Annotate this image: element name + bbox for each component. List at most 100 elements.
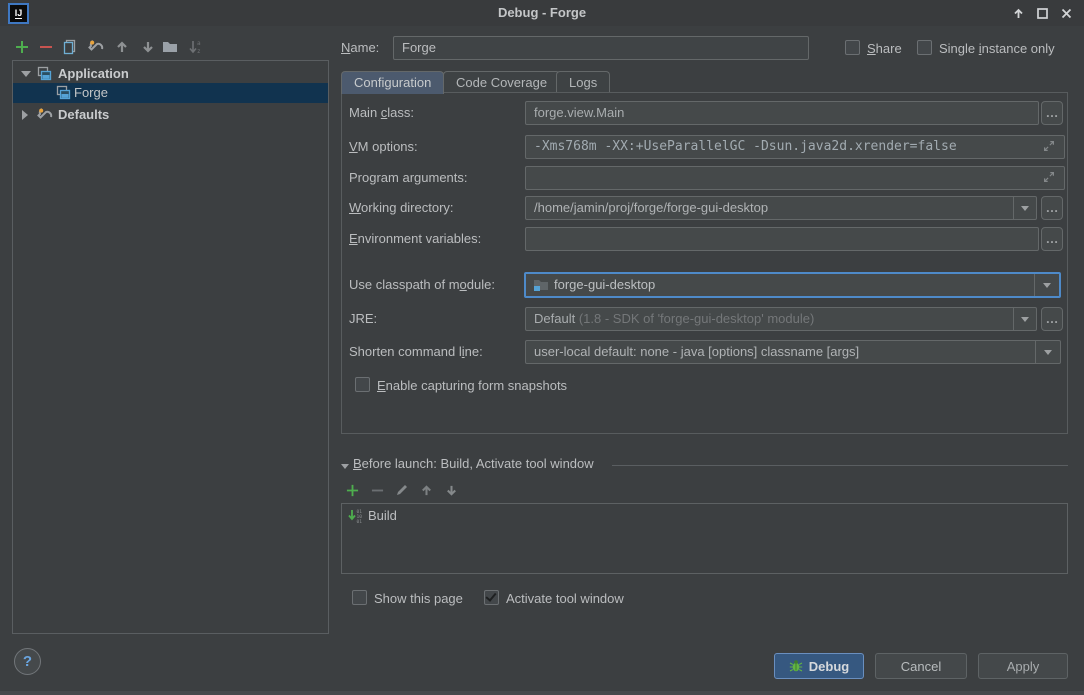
- move-down-button[interactable]: [139, 38, 157, 56]
- name-input[interactable]: Forge: [393, 36, 809, 60]
- apply-button[interactable]: Apply: [978, 653, 1068, 679]
- ellipsis-icon: …: [1046, 311, 1059, 326]
- cancel-button[interactable]: Cancel: [875, 653, 967, 679]
- chevron-right-icon[interactable]: [22, 110, 28, 120]
- debug-button[interactable]: Debug: [774, 653, 864, 679]
- remove-configuration-button[interactable]: [37, 38, 55, 56]
- tree-item-forge[interactable]: Forge: [13, 83, 328, 103]
- arrow-down-icon: [141, 40, 155, 54]
- task-list-item-label: Build: [368, 506, 397, 525]
- expand-field-icon[interactable]: [1042, 170, 1056, 184]
- chevron-down-icon: [1021, 206, 1029, 211]
- classpath-module-value: forge-gui-desktop: [554, 274, 655, 296]
- svg-text:z: z: [197, 48, 201, 55]
- jre-dropdown[interactable]: [1013, 308, 1036, 330]
- environment-variables-input[interactable]: [525, 227, 1039, 251]
- chevron-down-icon: [1043, 283, 1051, 288]
- chevron-down-icon: [1044, 350, 1052, 355]
- tree-group-application[interactable]: Application: [13, 64, 328, 84]
- title-bar: Debug - Forge IJ: [0, 0, 1084, 26]
- working-directory-combo[interactable]: /home/jamin/proj/forge/forge-gui-desktop: [525, 196, 1037, 220]
- ellipsis-icon: …: [1046, 200, 1059, 215]
- sort-configurations-button[interactable]: a z: [187, 38, 205, 56]
- before-launch-task-list: 01 10 01 Build: [341, 503, 1068, 574]
- share-label: Share: [867, 41, 902, 56]
- share-checkbox-row[interactable]: Share: [845, 40, 902, 56]
- working-directory-label: Working directory:: [349, 196, 454, 220]
- before-launch-add-button[interactable]: [343, 481, 361, 499]
- name-label: Name:: [341, 36, 379, 60]
- working-directory-value: /home/jamin/proj/forge/forge-gui-desktop: [534, 197, 768, 219]
- rollup-window-icon[interactable]: [1008, 4, 1028, 22]
- before-launch-move-up-button[interactable]: [417, 481, 435, 499]
- minus-icon: [39, 40, 53, 54]
- bug-icon: [789, 659, 803, 673]
- before-launch-move-down-button[interactable]: [442, 481, 460, 499]
- program-arguments-input[interactable]: [525, 166, 1065, 190]
- close-window-icon[interactable]: [1056, 4, 1076, 22]
- jre-browse-button[interactable]: …: [1041, 307, 1063, 331]
- task-list-item[interactable]: 01 10 01 Build: [342, 506, 1067, 525]
- main-class-input[interactable]: forge.view.Main: [525, 101, 1039, 125]
- activate-tool-window-checkbox-row[interactable]: Activate tool window: [484, 590, 624, 606]
- jre-value: Default (1.8 - SDK of 'forge-gui-desktop…: [534, 308, 814, 330]
- svg-text:a: a: [197, 40, 201, 47]
- share-checkbox[interactable]: [845, 40, 860, 55]
- copy-icon: [62, 39, 78, 55]
- show-this-page-checkbox-row[interactable]: Show this page: [352, 590, 463, 606]
- wrench-icon: [88, 39, 104, 55]
- arrow-down-icon: [445, 484, 458, 497]
- vm-options-label: VM options:: [349, 135, 418, 159]
- classpath-module-dropdown[interactable]: [1034, 274, 1059, 296]
- program-arguments-label: Program arguments:: [349, 166, 468, 190]
- new-folder-button[interactable]: [161, 38, 179, 56]
- chevron-down-icon[interactable]: [21, 71, 31, 77]
- shorten-command-line-combo[interactable]: user-local default: none - java [options…: [525, 340, 1061, 364]
- classpath-module-combo[interactable]: forge-gui-desktop: [524, 272, 1061, 298]
- svg-text:01: 01: [357, 519, 363, 524]
- ellipsis-icon: …: [1046, 105, 1059, 120]
- edit-defaults-button[interactable]: [87, 38, 105, 56]
- show-this-page-checkbox[interactable]: [352, 590, 367, 605]
- ellipsis-icon: …: [1046, 231, 1059, 246]
- shorten-command-line-value: user-local default: none - java [options…: [534, 341, 859, 363]
- jre-label: JRE:: [349, 307, 377, 331]
- tree-group-label: Defaults: [58, 105, 109, 125]
- pencil-icon: [395, 483, 409, 497]
- jre-combo[interactable]: Default (1.8 - SDK of 'forge-gui-desktop…: [525, 307, 1037, 331]
- tree-group-defaults[interactable]: Defaults: [13, 105, 328, 125]
- single-instance-checkbox-row[interactable]: Single instance only: [917, 40, 1055, 56]
- debug-configuration-dialog: Debug - Forge IJ: [0, 0, 1084, 695]
- copy-configuration-button[interactable]: [61, 38, 79, 56]
- working-directory-browse-button[interactable]: …: [1041, 196, 1063, 220]
- tab-logs[interactable]: Logs: [556, 71, 610, 93]
- single-instance-checkbox[interactable]: [917, 40, 932, 55]
- single-instance-label: Single instance only: [939, 41, 1055, 56]
- before-launch-collapse-icon[interactable]: [341, 464, 349, 469]
- jre-value-secondary: (1.8 - SDK of 'forge-gui-desktop' module…: [579, 311, 814, 326]
- vm-options-input[interactable]: -Xms768m -XX:+UseParallelGC -Dsun.java2d…: [525, 135, 1065, 159]
- shorten-command-line-dropdown[interactable]: [1035, 341, 1060, 363]
- before-launch-remove-button[interactable]: [368, 481, 386, 499]
- enable-snapshots-checkbox-row[interactable]: Enable capturing form snapshots: [355, 377, 567, 393]
- intellij-logo-icon: IJ: [8, 3, 29, 24]
- cancel-button-label: Cancel: [901, 659, 941, 674]
- sort-az-icon: a z: [188, 39, 204, 55]
- expand-field-icon[interactable]: [1042, 139, 1056, 153]
- tree-item-label: Forge: [74, 83, 108, 103]
- jre-value-primary: Default: [534, 311, 575, 326]
- enable-snapshots-checkbox[interactable]: [355, 377, 370, 392]
- working-directory-dropdown[interactable]: [1013, 197, 1036, 219]
- before-launch-edit-button[interactable]: [393, 481, 411, 499]
- activate-tool-window-checkbox[interactable]: [484, 590, 499, 605]
- main-class-browse-button[interactable]: …: [1041, 101, 1063, 125]
- help-button[interactable]: ?: [14, 648, 41, 675]
- module-icon: [533, 277, 549, 293]
- environment-variables-label: Environment variables:: [349, 227, 481, 251]
- tab-configuration[interactable]: Configuration: [341, 71, 444, 94]
- environment-variables-browse-button[interactable]: …: [1041, 227, 1063, 251]
- move-up-button[interactable]: [113, 38, 131, 56]
- add-configuration-button[interactable]: [13, 38, 31, 56]
- tab-code-coverage[interactable]: Code Coverage: [443, 71, 560, 93]
- maximize-window-icon[interactable]: [1032, 4, 1052, 22]
